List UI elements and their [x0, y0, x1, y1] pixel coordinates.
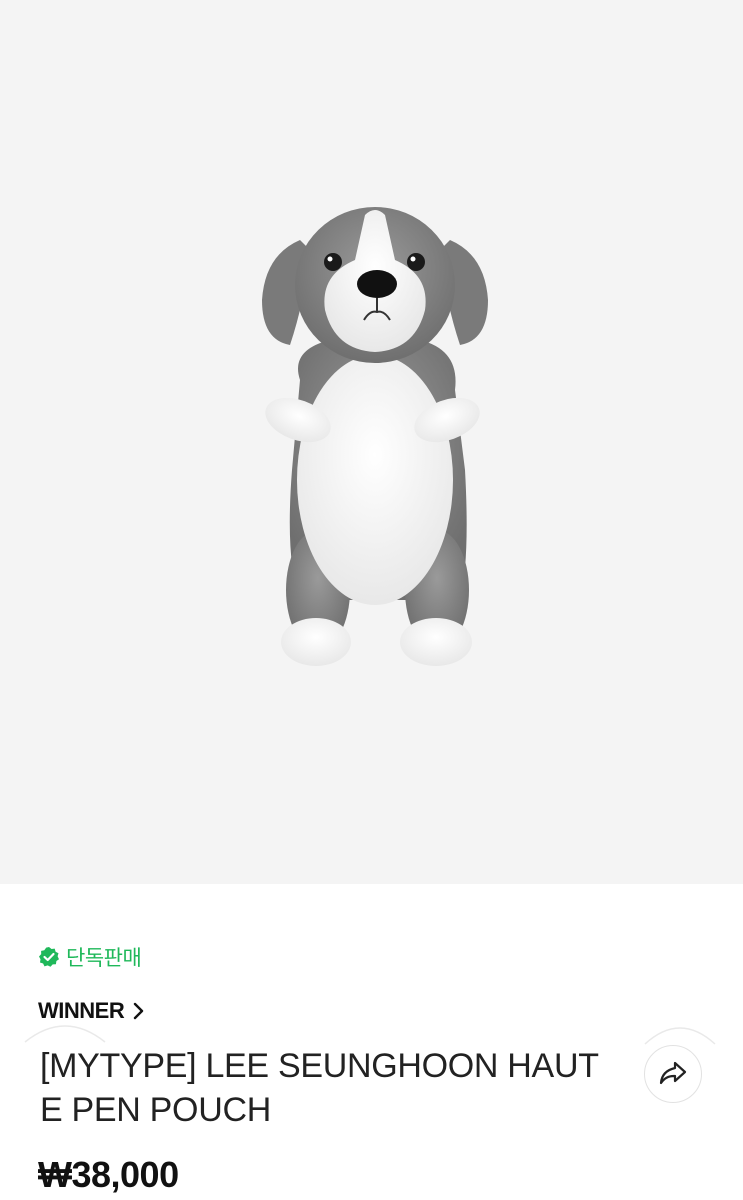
verified-check-icon [38, 946, 60, 968]
product-info: 단독판매 WINNER [MYTYPE] LEE SEUNGHOON HAUTE… [0, 884, 743, 1200]
share-button[interactable] [644, 1045, 702, 1103]
exclusive-sale-badge: 단독판매 [38, 942, 142, 972]
badge-label: 단독판매 [66, 947, 142, 970]
chevron-right-icon [132, 1002, 146, 1020]
product-price: ₩38,000 [38, 1154, 179, 1195]
decorative-arc [644, 1027, 716, 1045]
product-title: [MYTYPE] LEE SEUNGHOON HAUTE PEN POUCH [40, 1047, 599, 1129]
product-image[interactable] [0, 0, 743, 884]
plush-dog-image [262, 207, 488, 666]
share-icon [658, 1060, 688, 1089]
decorative-arc [24, 1025, 106, 1043]
